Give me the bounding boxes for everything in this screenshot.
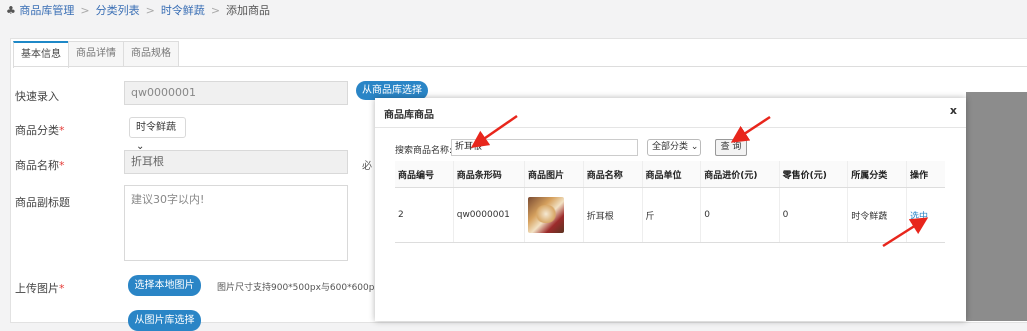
- arrow-to-select-link: [882, 217, 929, 248]
- arrow-to-search-input: [470, 114, 518, 148]
- arrow-to-query-button: [730, 115, 771, 143]
- annotation-arrows: [470, 114, 929, 248]
